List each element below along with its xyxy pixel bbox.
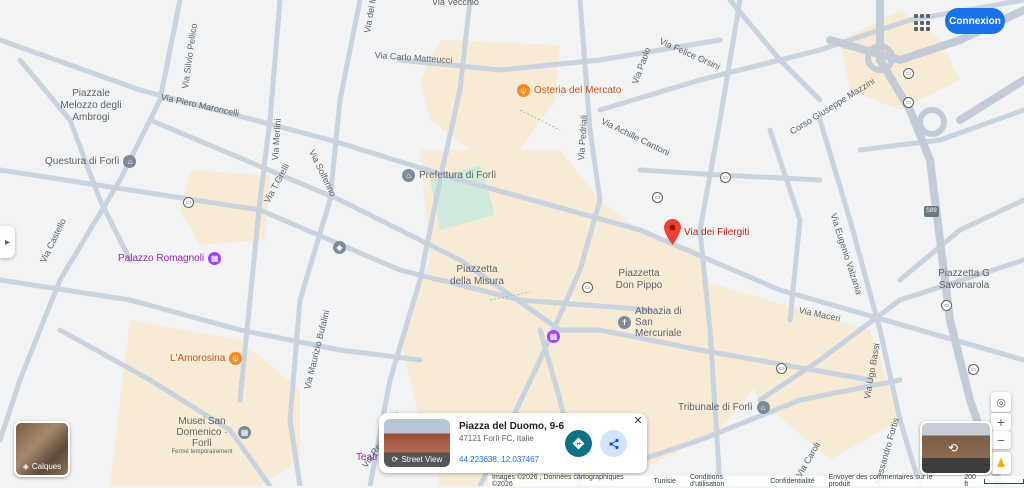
poi-museum-marker[interactable]: ▦: [547, 330, 560, 343]
privacy-link[interactable]: Confidentialité: [770, 478, 814, 485]
bus-stop-icon[interactable]: ▭: [903, 97, 914, 108]
street-view-thumbnail[interactable]: ⟳ Street View: [384, 419, 450, 467]
layers-label: Calques: [31, 462, 62, 471]
apps-grid-icon[interactable]: [914, 14, 932, 32]
place-coordinates[interactable]: 44.223638, 12.037467: [459, 455, 539, 464]
place-label: Piazzetta Don Pippo: [615, 268, 663, 291]
poi-label: Prefettura di Forlì: [419, 170, 497, 181]
poi-amorosina[interactable]: L'Amorosina ψ: [170, 352, 243, 365]
poi-label: Tribunale di Forlì: [678, 402, 753, 413]
museum-icon: ▦: [208, 252, 222, 265]
museum-icon: ▦: [547, 330, 560, 343]
place-label: Piazzetta della Misura: [450, 264, 504, 287]
poi-questura[interactable]: Questura di Forlì ⌂: [45, 155, 137, 168]
close-icon[interactable]: ✕: [632, 415, 644, 427]
place-title: Piazza del Duomo, 9-6: [459, 421, 565, 432]
map-footer: Images ©2026 , Données cartographiques ©…: [488, 474, 1024, 488]
place-info-card: ⟳ Street View Piazza del Duomo, 9-6 4712…: [379, 413, 647, 473]
country-link[interactable]: Tunisie: [654, 478, 676, 485]
poi-label: L'Amorosina: [170, 353, 226, 364]
signin-button[interactable]: Connexion: [945, 8, 1005, 34]
bus-stop-icon[interactable]: ▭: [720, 172, 731, 183]
poi-label-group: Musei San Domenico · Forlì Fermé tempora…: [170, 416, 234, 455]
expand-panel-button[interactable]: ▸: [0, 226, 15, 258]
poi-status: Fermé temporairement: [171, 449, 233, 455]
my-location-button[interactable]: ◎: [991, 392, 1011, 412]
street-view-row: ⟳ Street View: [384, 455, 450, 464]
place-address: 47121 Forlì FC, Italie: [459, 434, 534, 443]
bus-stop-icon[interactable]: ▭: [183, 197, 194, 208]
zoom-in-button[interactable]: +: [991, 413, 1011, 431]
crosshair-icon: ◎: [996, 396, 1006, 409]
place-icon: ◆: [333, 241, 346, 254]
poi-abbazia[interactable]: ✝ Abbazia di San Mercuriale: [618, 306, 697, 339]
place-label: Piazzale Melozzo degli Ambrogi: [60, 88, 122, 123]
bus-stop-icon[interactable]: ▭: [652, 192, 663, 203]
poi-label: Musei San Domenico · Forlì: [176, 416, 228, 449]
bus-stop-icon[interactable]: ▭: [582, 282, 593, 293]
poi-label: Osteria del Mercato: [534, 85, 622, 96]
pin-label: Via dei Filergiti: [684, 227, 750, 238]
bus-stop-icon[interactable]: ▭: [941, 300, 952, 311]
government-icon: ⌂: [402, 169, 415, 182]
poi-label: Questura di Forlì: [45, 156, 120, 167]
government-icon: ⌂: [123, 155, 137, 168]
layers-label-row: ◈ Calques: [16, 462, 68, 471]
bus-stop-icon[interactable]: ▭: [968, 364, 979, 375]
poi-marker[interactable]: ◆: [333, 241, 346, 254]
poi-label: Teatr: [356, 452, 379, 463]
street-view-label: Street View: [401, 455, 443, 464]
directions-icon: [572, 437, 585, 450]
pegman-icon: ♟: [995, 456, 1007, 470]
minus-icon: −: [996, 432, 1006, 448]
directions-button[interactable]: [565, 430, 592, 457]
museum-icon: ▦: [238, 426, 251, 439]
poi-palazzo-romagnoli[interactable]: Palazzo Romagnoli ▦: [118, 252, 222, 265]
location-pin[interactable]: [664, 219, 681, 245]
road-shield-label: S89: [924, 206, 939, 217]
chevron-right-icon: ▸: [4, 236, 11, 248]
poi-label: Abbazia di San Mercuriale: [635, 306, 682, 339]
bus-stop-icon[interactable]: ▭: [903, 68, 914, 79]
layers-icon: ◈: [22, 462, 29, 471]
church-icon: ✝: [618, 316, 631, 329]
poi-osteria[interactable]: ψ Osteria del Mercato: [517, 84, 621, 97]
rotate-360-icon: ⟲: [948, 441, 959, 455]
street-label: Via Vecchio: [432, 0, 479, 7]
pin-icon: [664, 219, 681, 245]
zoom-out-button[interactable]: −: [991, 431, 1011, 449]
layers-button[interactable]: ◈ Calques: [14, 421, 70, 477]
poi-teatro[interactable]: Teatr: [356, 452, 378, 463]
plus-icon: +: [996, 414, 1006, 430]
street-view-preview[interactable]: ⟲: [920, 421, 992, 475]
street-view-icon: ⟳: [391, 455, 399, 464]
place-label: Piazzetta G Savonarola: [938, 268, 990, 291]
pegman-button[interactable]: ♟: [991, 452, 1011, 474]
restaurant-icon: ψ: [517, 84, 530, 97]
poi-label: Palazzo Romagnoli: [118, 253, 205, 264]
share-button[interactable]: [600, 430, 627, 457]
government-icon: ⌂: [756, 401, 770, 414]
poi-tribunale[interactable]: Tribunale di Forlì ⌂: [678, 401, 770, 414]
bus-stop-icon[interactable]: ▭: [776, 363, 787, 374]
scale-line: [983, 478, 1024, 484]
share-icon: [608, 438, 619, 449]
poi-musei[interactable]: Musei San Domenico · Forlì Fermé tempora…: [170, 416, 251, 455]
restaurant-icon: ψ: [229, 352, 243, 365]
poi-prefettura[interactable]: ⌂ Prefettura di Forlì: [402, 169, 496, 182]
